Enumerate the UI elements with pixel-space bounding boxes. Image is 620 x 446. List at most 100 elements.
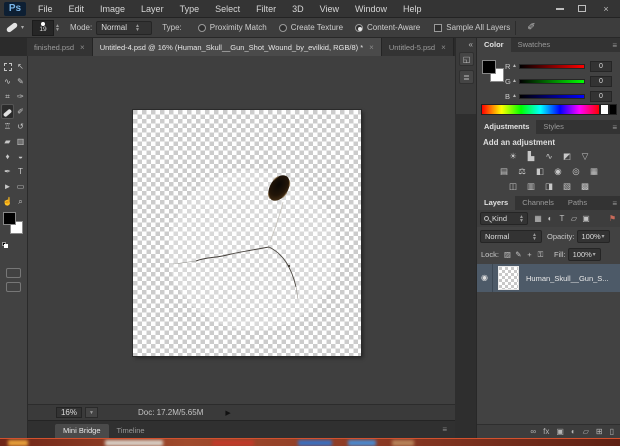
zoom-tool[interactable]: ⌕ [14,194,27,209]
channel-mixer-icon[interactable]: ◎ [570,165,583,177]
blend-mode-select[interactable]: Normal ▲ ▼ [480,230,542,243]
quick-selection-tool[interactable]: ✎ [14,74,27,89]
expand-panels-button[interactable]: « [469,40,473,49]
dodge-tool[interactable]: ◒ [14,149,27,164]
bottom-tab-mini-bridge[interactable]: Mini Bridge [55,423,109,438]
color-spectrum-ramp[interactable] [481,104,600,115]
taskbar-icon[interactable] [8,440,28,446]
exposure-icon[interactable]: ◩ [561,150,574,162]
slider-track[interactable] [518,63,585,69]
document-tab-0[interactable]: finished.psd × [27,38,93,56]
eraser-tool[interactable]: ▰ [1,134,14,149]
close-icon[interactable]: × [600,4,612,14]
brightness-contrast-icon[interactable]: ☀ [507,150,520,162]
panel-menu-icon[interactable]: ≡ [612,123,620,132]
tab-close-icon[interactable]: × [441,43,446,52]
tab-close-icon[interactable]: × [80,43,85,52]
menu-item-file[interactable]: File [30,0,61,18]
blur-tool[interactable]: ♦ [1,149,14,164]
canvas[interactable] [133,110,361,356]
foreground-color-swatch[interactable] [3,212,16,225]
mode-select[interactable]: Normal ▲ ▼ [96,20,153,35]
new-group-icon[interactable]: ▱ [583,427,589,436]
vibrance-icon[interactable]: ▽ [579,150,592,162]
spot-healing-brush-tool[interactable] [1,104,14,119]
layer-filter-toggle-icon[interactable]: ⚑ [609,214,620,223]
tab-close-icon[interactable]: × [369,43,374,52]
black-white-icon[interactable]: ◧ [534,165,547,177]
document-tab-1[interactable]: Untitled-4.psd @ 16% (Human_Skull__Gun_S… [92,38,382,56]
new-layer-icon[interactable]: ⊞ [596,427,603,436]
taskbar-icon[interactable] [348,440,376,446]
selective-color-icon[interactable]: ▩ [579,180,592,192]
add-layer-mask-icon[interactable]: ▣ [556,427,564,436]
history-brush-tool[interactable]: ↺ [14,119,27,134]
default-colors-icon[interactable] [2,242,9,249]
hand-tool[interactable]: ☝ [1,194,14,209]
radio-proximity-match[interactable]: Proximity Match [197,23,267,32]
tab-channels[interactable]: Channels [515,196,561,210]
threshold-icon[interactable]: ◨ [543,180,556,192]
tool-preset-picker[interactable]: ▾ [5,21,24,34]
slider-marker-icon[interactable]: ▲ [512,78,517,84]
brush-tool[interactable]: ✐ [14,104,27,119]
filter-shape-layers-icon[interactable]: ▱ [568,214,580,223]
status-flyout-arrow-icon[interactable]: ▶ [225,409,230,417]
filter-pixel-layers-icon[interactable]: ▦ [532,214,544,223]
tab-color[interactable]: Color [477,38,511,52]
layer-row-selected[interactable]: ◉ Human_Skull__Gun_S... [477,264,620,292]
brush-panel-toggle-icon[interactable]: ✐ [527,22,535,33]
crop-tool[interactable]: ⌗ [1,89,14,104]
levels-icon[interactable]: ▙ [525,150,538,162]
menu-item-3d[interactable]: 3D [284,0,312,18]
document-tab-2[interactable]: Untitled-5.psd × [381,38,454,56]
restore-icon[interactable] [578,5,586,12]
history-panel-icon[interactable]: ◱ [459,52,474,66]
panel-menu-icon[interactable]: ≡ [612,199,620,208]
kind-filter-select[interactable]: Kind ▲ ▼ [480,212,528,225]
filter-type-layers-icon[interactable]: T [556,214,568,223]
slider-track[interactable] [518,78,585,84]
layer-effects-icon[interactable]: fx [543,427,549,436]
menu-item-type[interactable]: Type [172,0,208,18]
new-adjustment-layer-icon[interactable]: ◐ [571,427,576,436]
menu-item-help[interactable]: Help [395,0,430,18]
delete-layer-icon[interactable]: ▯ [610,427,614,436]
type-tool[interactable]: T [14,164,27,179]
tab-styles[interactable]: Styles [536,120,570,134]
slider-track[interactable] [518,93,585,99]
radio-create-texture[interactable]: Create Texture [278,23,343,32]
windows-taskbar[interactable] [0,438,620,446]
filter-adjustment-layers-icon[interactable]: ◐ [544,214,556,223]
curves-icon[interactable]: ∿ [543,150,556,162]
channel-value[interactable]: 0 [589,75,612,87]
channel-value[interactable]: 0 [589,60,612,72]
lock-image-pixels-icon[interactable]: ✎ [513,250,524,260]
gradient-map-icon[interactable]: ▧ [561,180,574,192]
link-layers-icon[interactable]: ∞ [530,427,536,436]
color-lookup-icon[interactable]: ▦ [588,165,601,177]
lock-all-icon[interactable]: ⚿ [535,250,546,260]
menu-item-select[interactable]: Select [207,0,248,18]
rectangle-tool[interactable]: ▭ [14,179,27,194]
lasso-tool[interactable]: ∿ [1,74,14,89]
ramp-black-swatch[interactable] [609,104,617,115]
menu-item-window[interactable]: Window [347,0,395,18]
bottom-tab-timeline[interactable]: Timeline [109,424,153,438]
lock-position-icon[interactable]: + [524,250,535,260]
menu-item-image[interactable]: Image [92,0,133,18]
quick-mask-button[interactable] [6,268,21,278]
clone-stamp-tool[interactable]: ♖ [1,119,14,134]
brush-size-spinner[interactable]: ▲ ▼ [55,23,60,32]
menu-item-view[interactable]: View [312,0,347,18]
taskbar-icon[interactable] [212,440,254,446]
panel-menu-icon[interactable]: ≡ [612,41,620,50]
screen-mode-button[interactable] [6,282,21,292]
invert-icon[interactable]: ◫ [507,180,520,192]
zoom-level-field[interactable]: 16% [56,407,82,418]
properties-panel-icon[interactable]: ≣ [459,70,474,84]
status-options-button[interactable]: ▼ [85,407,98,418]
menu-item-filter[interactable]: Filter [248,0,284,18]
radio-content-aware[interactable]: Content-Aware [355,23,420,32]
lock-transparent-pixels-icon[interactable]: ▨ [502,250,513,260]
